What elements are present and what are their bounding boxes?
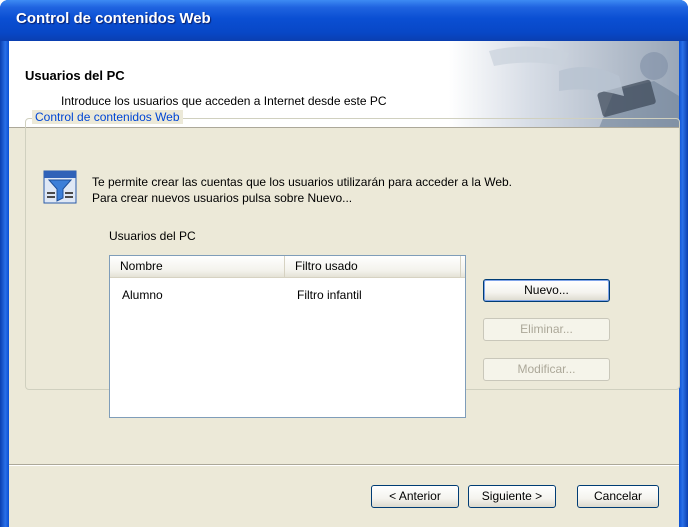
page-subtitle: Introduce los usuarios que acceden a Int… bbox=[61, 94, 387, 108]
title-bar[interactable]: Control de contenidos Web bbox=[0, 0, 688, 41]
column-header-nombre[interactable]: Nombre bbox=[110, 256, 285, 277]
description-text: Te permite crear las cuentas que los usu… bbox=[92, 174, 652, 206]
listview-header: Nombre Filtro usado bbox=[110, 256, 465, 278]
page-title: Usuarios del PC bbox=[25, 68, 125, 83]
delete-user-button[interactable]: Eliminar... bbox=[483, 318, 610, 341]
column-header-filtro[interactable]: Filtro usado bbox=[285, 256, 461, 277]
window-title: Control de contenidos Web bbox=[16, 10, 211, 27]
cell-nombre: Alumno bbox=[122, 288, 163, 302]
groupbox-legend: Control de contenidos Web bbox=[32, 110, 183, 124]
users-list-label: Usuarios del PC bbox=[109, 229, 196, 243]
footer-separator bbox=[9, 464, 679, 466]
list-item[interactable]: Alumno Filtro infantil bbox=[110, 279, 465, 302]
modify-user-button[interactable]: Modificar... bbox=[483, 358, 610, 381]
users-listview[interactable]: Nombre Filtro usado Alumno Filtro infant… bbox=[109, 255, 466, 418]
new-user-button[interactable]: Nuevo... bbox=[483, 279, 610, 302]
wizard-window: Control de contenidos Web Usuarios del P… bbox=[0, 0, 688, 527]
header-photo-icon bbox=[449, 41, 679, 127]
cancel-button[interactable]: Cancelar bbox=[577, 485, 659, 508]
next-button[interactable]: Siguiente > bbox=[468, 485, 556, 508]
cell-filtro: Filtro infantil bbox=[297, 288, 362, 302]
description-line-1: Te permite crear las cuentas que los usu… bbox=[92, 175, 512, 189]
window-frame-right bbox=[679, 41, 688, 527]
description-line-2: Para crear nuevos usuarios pulsa sobre N… bbox=[92, 191, 353, 205]
window-frame-left bbox=[0, 41, 9, 527]
web-filter-icon bbox=[43, 170, 77, 204]
back-button[interactable]: < Anterior bbox=[371, 485, 459, 508]
